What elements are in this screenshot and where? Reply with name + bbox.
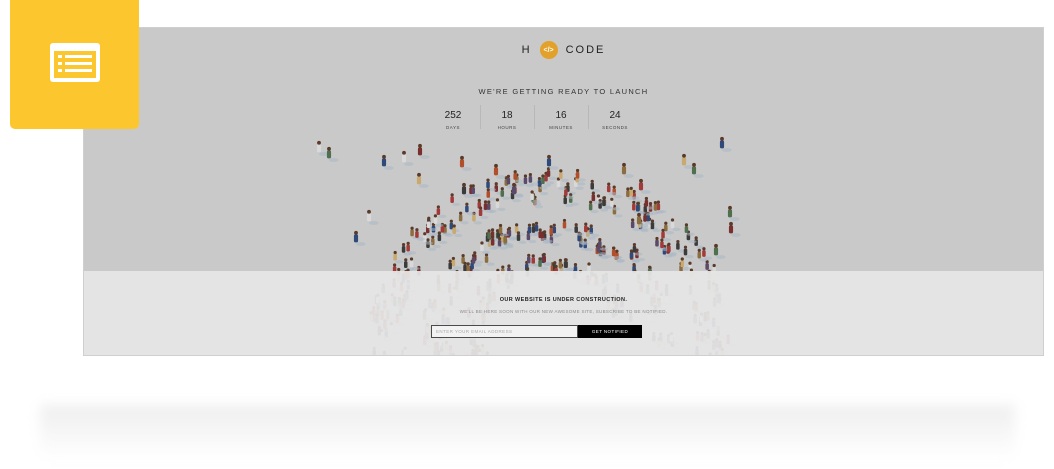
countdown-minutes: 16 MINUTES bbox=[534, 102, 588, 132]
construction-subtitle: WE'LL BE HERE SOON WITH OUR NEW AWESOME … bbox=[459, 309, 668, 314]
countdown-value: 252 bbox=[444, 110, 462, 121]
countdown-days: 252 DAYS bbox=[426, 102, 480, 132]
countdown-timer: 252 DAYS 18 HOURS 16 MINUTES 24 SECONDS bbox=[426, 102, 642, 132]
email-input[interactable] bbox=[431, 325, 578, 338]
template-preview: H </> CODE WE'RE GETTING READY TO LAUNCH… bbox=[83, 27, 1044, 356]
countdown-seconds: 24 SECONDS bbox=[588, 102, 642, 132]
list-window-icon bbox=[50, 43, 100, 82]
countdown-label: MINUTES bbox=[549, 125, 573, 130]
category-badge bbox=[10, 0, 139, 129]
countdown-label: SECONDS bbox=[602, 125, 628, 130]
launch-headline: WE'RE GETTING READY TO LAUNCH bbox=[478, 87, 649, 96]
subscribe-section: OUR WEBSITE IS UNDER CONSTRUCTION. WE'LL… bbox=[84, 271, 1043, 355]
construction-title: OUR WEBSITE IS UNDER CONSTRUCTION. bbox=[499, 297, 628, 303]
logo-text: CODE bbox=[565, 44, 606, 56]
countdown-value: 24 bbox=[609, 110, 621, 121]
countdown-label: DAYS bbox=[446, 125, 460, 130]
countdown-value: 18 bbox=[501, 110, 513, 121]
get-notified-button[interactable]: GET NOTIFIED bbox=[578, 325, 642, 338]
countdown-hours: 18 HOURS bbox=[480, 102, 534, 132]
countdown-value: 16 bbox=[555, 110, 567, 121]
hero-section: H </> CODE WE'RE GETTING READY TO LAUNCH… bbox=[84, 28, 1043, 355]
card-shadow bbox=[40, 405, 1015, 460]
logo-letter: H bbox=[521, 44, 532, 56]
site-logo[interactable]: H </> CODE bbox=[84, 40, 1043, 60]
code-mark-icon: </> bbox=[539, 41, 558, 59]
countdown-label: HOURS bbox=[497, 125, 517, 130]
